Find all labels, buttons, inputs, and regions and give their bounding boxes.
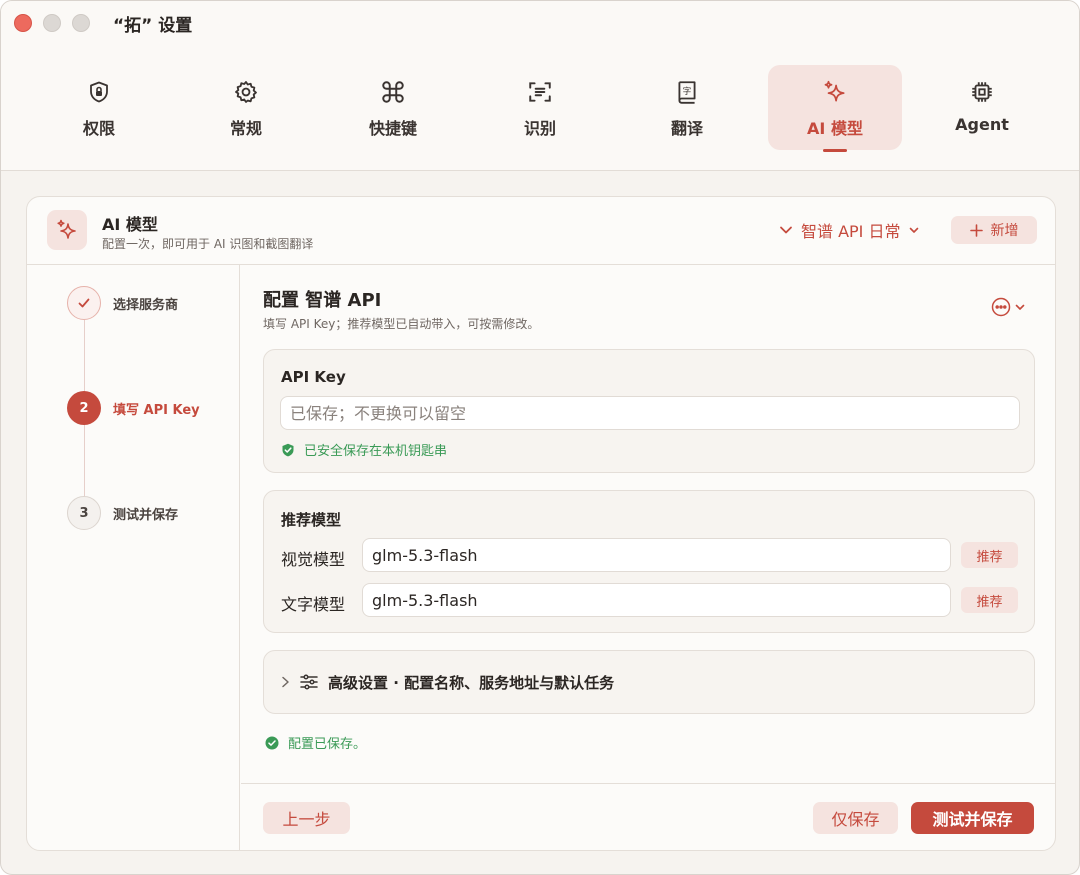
step-number: 2: [67, 391, 101, 425]
step-label: 填写 API Key: [113, 402, 200, 418]
setup-stepper: 选择服务商 2 填写 API Key 3 测试并保存: [27, 265, 240, 850]
ai-model-card: AI 模型 配置一次，即可用于 AI 识图和截图翻译 智谱 API 日常 新增: [26, 196, 1056, 851]
chevron-down-icon: [909, 225, 919, 235]
advanced-settings-label: 高级设置 · 配置名称、服务地址与默认任务: [328, 673, 615, 692]
step-select-provider[interactable]: 选择服务商: [67, 286, 178, 320]
add-config-button[interactable]: 新增: [951, 216, 1037, 244]
ellipsis-circle-icon: [991, 297, 1011, 317]
api-key-input[interactable]: [280, 396, 1020, 430]
card-header: AI 模型 配置一次，即可用于 AI 识图和截图翻译 智谱 API 日常 新增: [27, 197, 1055, 265]
api-key-saved-note: 已安全保存在本机钥匙串: [281, 440, 447, 459]
config-panel: 配置 智谱 API 填写 API Key；推荐模型已自动带入，可按需修改。 AP…: [241, 265, 1055, 850]
title-bar: “拓” 设置: [1, 1, 1079, 45]
settings-window: “拓” 设置 权限 常规 快捷键 识别 字 翻译 AI 模型 Agent AI …: [0, 0, 1080, 875]
step-number: 3: [67, 496, 101, 530]
chevron-down-icon: [779, 223, 793, 237]
models-title: 推荐模型: [281, 511, 342, 529]
tab-ai-model[interactable]: AI 模型: [768, 65, 902, 152]
tab-recognition[interactable]: 识别: [473, 65, 607, 150]
active-tab-indicator: [823, 149, 847, 152]
chevron-right-icon: [281, 676, 290, 688]
config-status: 配置已保存。: [265, 733, 366, 752]
config-subtitle: 填写 API Key；推荐模型已自动带入，可按需修改。: [263, 317, 540, 331]
status-text: 配置已保存。: [288, 737, 367, 752]
card-title: AI 模型: [102, 215, 158, 234]
advanced-settings-section: 高级设置 · 配置名称、服务地址与默认任务: [263, 650, 1035, 714]
add-config-label: 新增: [990, 223, 1019, 239]
gear-icon: [233, 79, 259, 105]
check-circle-icon: [265, 736, 279, 750]
saved-note-text: 已安全保存在本机钥匙串: [304, 444, 448, 459]
card-subtitle: 配置一次，即可用于 AI 识图和截图翻译: [102, 237, 314, 251]
tab-label: 识别: [523, 119, 556, 138]
api-key-title: API Key: [281, 368, 346, 386]
text-recommend-button[interactable]: 推荐: [961, 587, 1018, 613]
window-title: “拓” 设置: [113, 15, 193, 36]
settings-toolbar: 权限 常规 快捷键 识别 字 翻译 AI 模型 Agent: [1, 45, 1079, 171]
sparkles-icon: [47, 210, 87, 250]
shield-check-icon: [281, 443, 295, 457]
step-api-key[interactable]: 2 填写 API Key: [67, 391, 200, 425]
previous-step-button[interactable]: 上一步: [263, 802, 350, 834]
tab-label: AI 模型: [807, 119, 863, 138]
text-model-label: 文字模型: [281, 595, 346, 614]
api-key-section: API Key 已安全保存在本机钥匙串: [263, 349, 1035, 473]
recommended-models-section: 推荐模型 视觉模型 推荐 文字模型 推荐: [263, 490, 1035, 633]
save-only-button[interactable]: 仅保存: [813, 802, 898, 834]
tab-permissions[interactable]: 权限: [32, 65, 166, 150]
provider-dropdown[interactable]: 智谱 API 日常: [779, 218, 919, 242]
vision-model-label: 视觉模型: [281, 550, 346, 569]
minimize-window-button[interactable]: [43, 14, 61, 32]
step-check-icon: [67, 286, 101, 320]
vision-model-input[interactable]: [362, 538, 951, 572]
tab-general[interactable]: 常规: [179, 65, 313, 150]
text-scan-icon: [527, 79, 553, 105]
tab-label: 翻译: [670, 119, 703, 138]
more-options-button[interactable]: [991, 297, 1025, 317]
advanced-settings-toggle[interactable]: 高级设置 · 配置名称、服务地址与默认任务: [281, 651, 614, 713]
plus-icon: [969, 223, 983, 237]
chevron-down-icon: [1015, 302, 1025, 312]
window-controls: [14, 14, 90, 32]
sliders-icon: [300, 674, 318, 690]
tab-label: 权限: [82, 119, 115, 138]
step-test-save[interactable]: 3 测试并保存: [67, 496, 178, 530]
tab-shortcuts[interactable]: 快捷键: [326, 65, 460, 150]
step-label: 选择服务商: [113, 297, 179, 313]
sparkles-icon: [822, 79, 848, 105]
config-footer: 上一步 仅保存 测试并保存: [241, 783, 1055, 850]
tab-label: Agent: [955, 115, 1009, 134]
tab-translation[interactable]: 字 翻译: [620, 65, 754, 150]
chip-icon: [969, 79, 995, 105]
test-and-save-button[interactable]: 测试并保存: [911, 802, 1034, 834]
zoom-window-button[interactable]: [72, 14, 90, 32]
lock-shield-icon: [86, 79, 112, 105]
tab-label: 常规: [229, 119, 262, 138]
step-label: 测试并保存: [113, 507, 179, 523]
svg-text:字: 字: [683, 85, 692, 97]
provider-dropdown-label: 智谱 API 日常: [801, 222, 901, 241]
dictionary-icon: 字: [674, 79, 700, 105]
tab-label: 快捷键: [368, 119, 417, 138]
config-title: 配置 智谱 API: [263, 290, 382, 311]
command-icon: [380, 79, 406, 105]
text-model-input[interactable]: [362, 583, 951, 617]
tab-agent[interactable]: Agent: [915, 65, 1049, 150]
vision-recommend-button[interactable]: 推荐: [961, 542, 1018, 568]
close-window-button[interactable]: [14, 14, 32, 32]
